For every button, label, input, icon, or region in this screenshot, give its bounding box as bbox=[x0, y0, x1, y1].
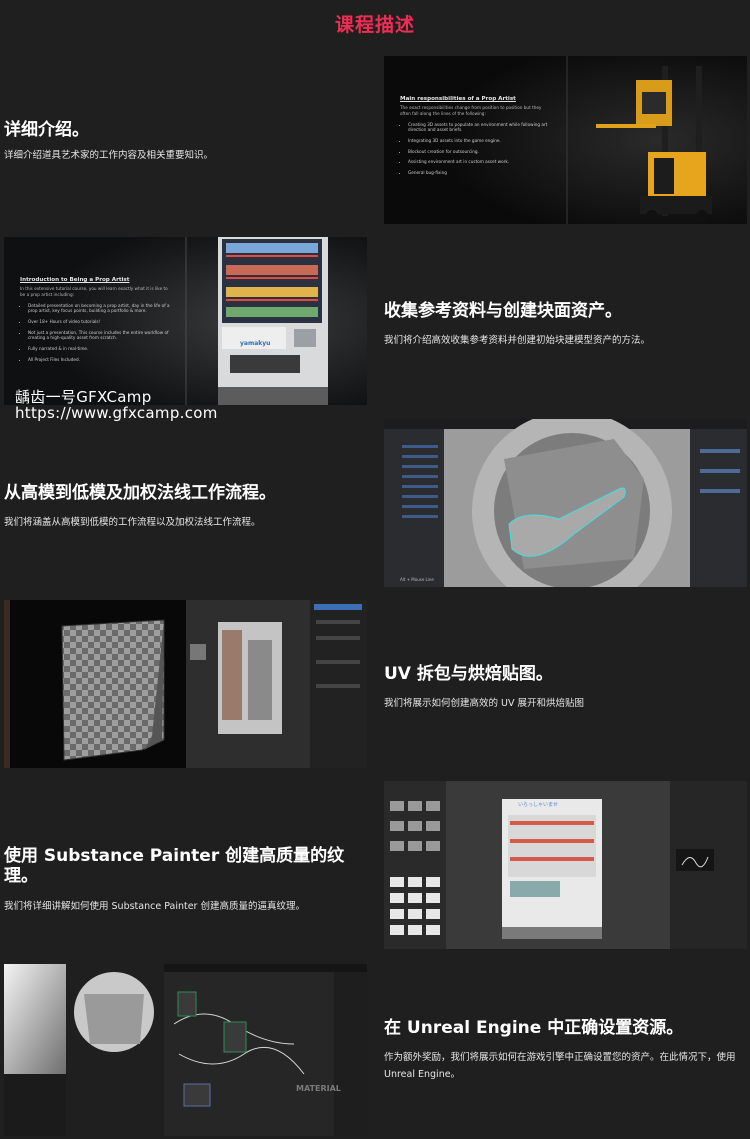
section-title: 在 Unreal Engine 中正确设置资源。 bbox=[384, 1018, 684, 1038]
section-title: 收集参考资料与创建块面资产。 bbox=[384, 301, 622, 321]
slide-bullet: Blockout creation for outsourcing. bbox=[408, 149, 550, 155]
slide-bullet: Integrating 3D assets into the game engi… bbox=[408, 138, 550, 144]
section-title: 详细介绍。 bbox=[4, 120, 89, 140]
slide-title: Introduction to Being a Prop Artist bbox=[20, 277, 130, 283]
section-blockout: 收集参考资料与创建块面资产。 我们将介绍高效收集参考资料并创建初始块建模型资产的… bbox=[384, 301, 746, 350]
unreal-engine-screenshot: MATERIAL bbox=[4, 964, 367, 1136]
uv-bake-screenshot bbox=[4, 600, 367, 768]
section-desc: 我们将涵盖从高模到低模的工作流程以及加权法线工作流程。 bbox=[4, 517, 261, 529]
slide-bullets: Creating 3D assets to populate an enviro… bbox=[400, 122, 550, 176]
slide-intro: In this extensive tutorial course, you w… bbox=[20, 286, 168, 297]
caption: Alt + Mouse Line bbox=[400, 577, 434, 582]
slide-bullet: Not just a presentation, This course inc… bbox=[28, 330, 170, 341]
slide-bullet: Over 18+ Hours of video tutorials! bbox=[28, 319, 170, 325]
section-uv: UV 拆包与烘焙贴图。 我们将展示如何创建高效的 UV 展开和烘焙贴图 bbox=[384, 664, 746, 713]
section-intro: 详细介绍。 详细介绍道具艺术家的工作内容及相关重要知识。 bbox=[4, 120, 374, 165]
slide-bullet: Detailed presentation on becoming a prop… bbox=[28, 303, 170, 314]
section-highpoly: 从高模到低模及加权法线工作流程。 我们将涵盖从高模到低模的工作流程以及加权法线工… bbox=[4, 483, 374, 532]
section-desc: 详细介绍道具艺术家的工作内容及相关重要知识。 bbox=[4, 150, 214, 162]
section-unreal: 在 Unreal Engine 中正确设置资源。 作为额外奖励，我们将展示如何在… bbox=[384, 1018, 746, 1084]
slide-bullet: Fully narrated & in real-time. bbox=[28, 346, 170, 352]
section-title: 从高模到低模及加权法线工作流程。 bbox=[4, 483, 276, 503]
vending-machine-slide-image: yamakyu Introduction to Being a Prop Art… bbox=[4, 237, 367, 405]
slide-bullet: Assisting environment art in custom asse… bbox=[408, 159, 550, 165]
watermark-url: https://www.gfxcamp.com bbox=[15, 404, 218, 422]
slide-bullet: General bug-fixing bbox=[408, 170, 550, 176]
material-overlay: MATERIAL bbox=[296, 1084, 341, 1093]
page-title: 课程描述 bbox=[334, 14, 415, 36]
modeling-software-screenshot: Alt + Mouse Line bbox=[384, 419, 747, 587]
section-desc: 我们将介绍高效收集参考资料并创建初始块建模型资产的方法。 bbox=[384, 335, 651, 347]
machine-label: いらっしゃいませ bbox=[518, 802, 558, 808]
section-title: 使用 Substance Painter 创建高质量的纹理。 bbox=[4, 846, 345, 887]
slide-intro: The exact responsibilities change from p… bbox=[400, 105, 542, 116]
section-title: UV 拆包与烘焙贴图。 bbox=[384, 664, 553, 684]
section-desc: 作为额外奖励，我们将展示如何在游戏引擎中正确设置您的资产。在此情况下，使用 Un… bbox=[384, 1052, 736, 1081]
slide-bullets: Detailed presentation on becoming a prop… bbox=[20, 303, 170, 363]
section-desc: 我们将展示如何创建高效的 UV 展开和烘焙贴图 bbox=[384, 698, 584, 710]
section-substance: 使用 Substance Painter 创建高质量的纹理。 我们将详细讲解如何… bbox=[4, 846, 374, 915]
machine-label: yamakyu bbox=[240, 340, 271, 347]
section-desc: 我们将详细讲解如何使用 Substance Painter 创建高质量的逼真纹理… bbox=[4, 900, 305, 912]
prop-artist-slide-image: Main responsibilities of a Prop Artist T… bbox=[384, 56, 747, 224]
slide-bullet: Creating 3D assets to populate an enviro… bbox=[408, 122, 550, 133]
slide-bullet: All Project Files Included. bbox=[28, 357, 170, 363]
slide-title: Main responsibilities of a Prop Artist bbox=[400, 96, 516, 102]
substance-painter-screenshot: いらっしゃいませ bbox=[384, 781, 747, 949]
